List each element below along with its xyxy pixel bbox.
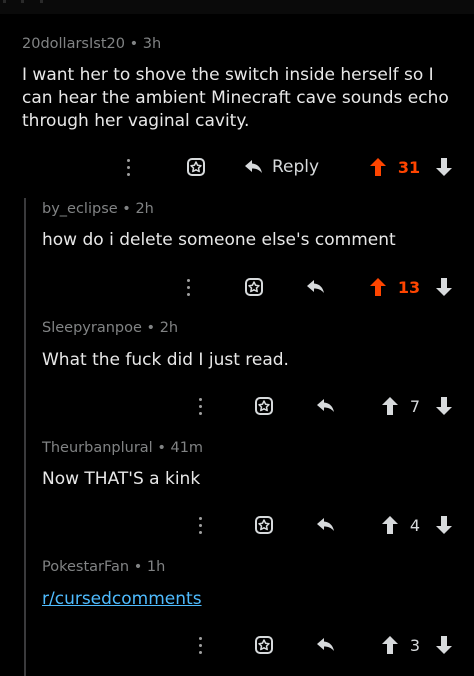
comment-author[interactable]: Sleepyranpoe xyxy=(42,320,142,336)
top-edge-mark xyxy=(3,0,6,3)
reply-arrow-icon xyxy=(307,280,324,293)
comment-age: 2h xyxy=(159,320,179,336)
vote-score: 13 xyxy=(394,272,424,302)
comment-age: 3h xyxy=(142,36,162,52)
comment-body: What the fuck did I just read. xyxy=(42,350,289,370)
comment-actions: Reply 31 xyxy=(0,152,474,182)
more-options-button[interactable] xyxy=(118,152,138,182)
comment-body: I want her to shove the switch inside he… xyxy=(22,65,449,131)
reply-button[interactable]: Reply xyxy=(244,152,344,182)
more-options-button[interactable] xyxy=(178,272,198,302)
award-icon xyxy=(255,636,273,654)
reply-button[interactable] xyxy=(304,272,328,302)
more-vertical-icon xyxy=(198,396,202,417)
award-button[interactable] xyxy=(184,152,208,182)
comment-meta: by_eclipse • 2h xyxy=(42,201,154,217)
meta-separator: • xyxy=(146,320,156,336)
upvote-arrow-icon xyxy=(382,636,398,654)
comment-body: Now THAT'S a kink xyxy=(42,469,201,489)
reply-button[interactable] xyxy=(314,510,338,540)
vote-score-text: 7 xyxy=(409,396,421,416)
comment-age: 1h xyxy=(146,559,166,575)
comment-actions: 7 xyxy=(0,391,474,421)
more-options-button[interactable] xyxy=(190,510,210,540)
comment-meta: 20dollarsIst20 • 3h xyxy=(22,36,161,52)
upvote-button[interactable] xyxy=(380,630,400,660)
comment-actions: 4 xyxy=(0,510,474,540)
vote-score: 31 xyxy=(394,152,424,182)
comment-author[interactable]: 20dollarsIst20 xyxy=(22,36,125,52)
comment-meta: Sleepyranpoe • 2h xyxy=(42,320,178,336)
meta-separator: • xyxy=(129,36,139,52)
award-button[interactable] xyxy=(252,630,276,660)
downvote-arrow-icon xyxy=(436,158,452,176)
vote-score: 4 xyxy=(404,510,426,540)
downvote-arrow-icon xyxy=(436,397,452,415)
reply-arrow-icon xyxy=(317,638,334,651)
downvote-button[interactable] xyxy=(434,510,454,540)
comment-body: how do i delete someone else's comment xyxy=(42,230,396,250)
top-edge-mark xyxy=(40,0,43,3)
award-icon xyxy=(245,278,263,296)
subreddit-link[interactable]: r/cursedcomments xyxy=(42,589,202,609)
award-button[interactable] xyxy=(252,391,276,421)
top-edge-mark xyxy=(21,0,24,3)
vote-score-text: 3 xyxy=(409,635,421,655)
upvote-arrow-icon xyxy=(382,397,398,415)
upvote-arrow-icon xyxy=(370,158,386,176)
vote-score: 3 xyxy=(404,630,426,660)
comment-body: r/cursedcomments xyxy=(42,588,462,611)
comment-meta: PokestarFan • 1h xyxy=(42,559,165,575)
reply-button[interactable] xyxy=(314,630,338,660)
reply-arrow-icon xyxy=(317,399,334,412)
meta-separator: • xyxy=(122,201,131,217)
comment-actions: 3 xyxy=(0,630,474,660)
reply-button[interactable] xyxy=(314,391,338,421)
downvote-button[interactable] xyxy=(434,152,454,182)
award-button[interactable] xyxy=(242,272,266,302)
comment-author[interactable]: PokestarFan xyxy=(42,559,129,575)
upvote-button[interactable] xyxy=(380,510,400,540)
downvote-arrow-icon xyxy=(436,516,452,534)
award-icon xyxy=(255,516,273,534)
vote-score-text: 31 xyxy=(397,157,421,177)
vote-score: 7 xyxy=(404,391,426,421)
downvote-button[interactable] xyxy=(434,630,454,660)
upvote-button[interactable] xyxy=(380,391,400,421)
top-edge xyxy=(0,0,474,14)
award-icon xyxy=(187,158,205,176)
more-vertical-icon xyxy=(186,277,190,298)
award-icon xyxy=(255,397,273,415)
meta-separator: • xyxy=(133,559,143,575)
comment-actions: 13 xyxy=(0,272,474,302)
more-options-button[interactable] xyxy=(190,391,210,421)
upvote-button[interactable] xyxy=(368,152,388,182)
comment-author[interactable]: Theurbanplural xyxy=(42,440,153,456)
reply-arrow-icon xyxy=(317,518,334,531)
downvote-button[interactable] xyxy=(434,272,454,302)
downvote-arrow-icon xyxy=(436,636,452,654)
meta-separator: • xyxy=(157,440,166,456)
upvote-arrow-icon xyxy=(370,278,386,296)
more-vertical-icon xyxy=(126,157,130,178)
comment-age: 2h xyxy=(135,201,154,217)
comment-age: 41m xyxy=(170,440,204,456)
reply-label: Reply xyxy=(272,157,320,177)
vote-score-text: 4 xyxy=(409,515,421,535)
upvote-arrow-icon xyxy=(382,516,398,534)
comment-author[interactable]: by_eclipse xyxy=(42,201,118,217)
comment-meta: Theurbanplural • 41m xyxy=(42,440,203,456)
vote-score-text: 13 xyxy=(397,277,421,297)
more-vertical-icon xyxy=(198,635,202,656)
upvote-button[interactable] xyxy=(368,272,388,302)
more-options-button[interactable] xyxy=(190,630,210,660)
reply-arrow-icon xyxy=(245,160,262,173)
thread-line[interactable] xyxy=(24,198,26,676)
award-button[interactable] xyxy=(252,510,276,540)
downvote-button[interactable] xyxy=(434,391,454,421)
downvote-arrow-icon xyxy=(436,278,452,296)
more-vertical-icon xyxy=(198,515,202,536)
